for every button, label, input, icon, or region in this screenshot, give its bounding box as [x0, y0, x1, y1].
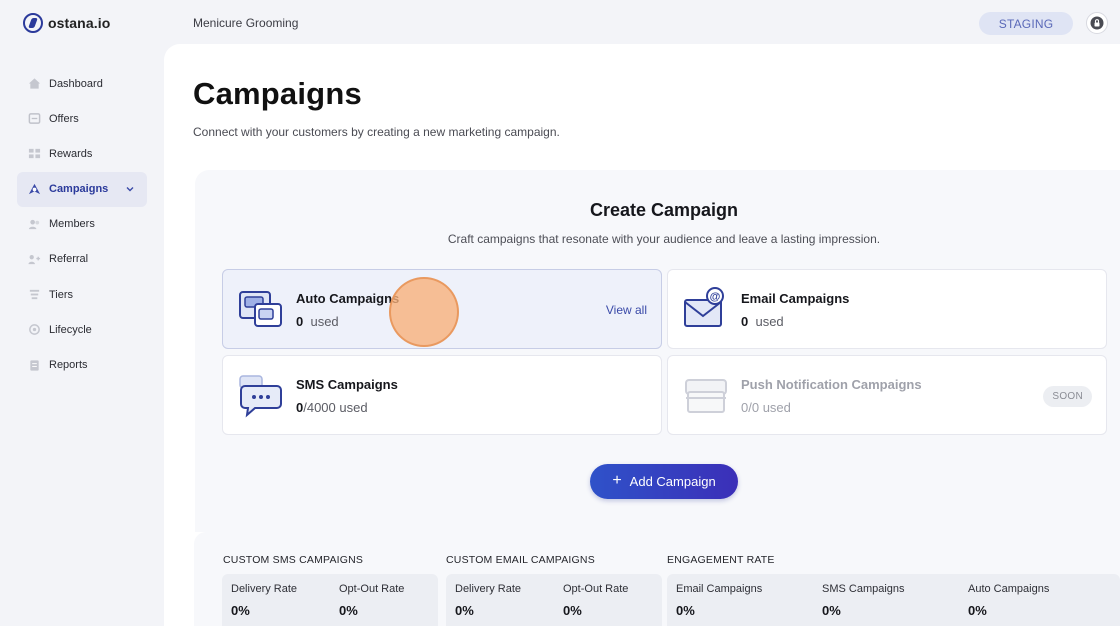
view-all-link[interactable]: View all	[606, 303, 647, 317]
email-stats-box: Delivery Rate 0% Opt-Out Rate 0%	[446, 574, 662, 626]
workspace-name[interactable]: Menicure Grooming	[193, 16, 298, 30]
email-campaigns-card[interactable]: @ Email Campaigns 0 used	[667, 269, 1107, 349]
campaign-stats: CUSTOM SMS CAMPAIGNS Delivery Rate 0% Op…	[194, 532, 1120, 626]
sidebar-item-campaigns[interactable]: Campaigns	[17, 171, 147, 207]
engagement-stats-box: Email Campaigns 0% SMS Campaigns 0% Auto…	[667, 574, 1120, 626]
coming-soon-badge: SOON	[1043, 386, 1092, 407]
stat-cell: Opt-Out Rate 0%	[339, 583, 405, 618]
reports-icon	[28, 359, 41, 372]
stat-cell: SMS Campaigns 0%	[822, 583, 905, 618]
sidebar-item-label: Lifecycle	[49, 323, 92, 336]
sidebar-item-dashboard[interactable]: Dashboard	[17, 66, 147, 101]
stat-heading-sms: CUSTOM SMS CAMPAIGNS	[223, 554, 364, 566]
offer-icon	[28, 112, 41, 125]
sidebar-item-rewards[interactable]: Rewards	[17, 136, 147, 171]
avatar[interactable]	[1086, 12, 1108, 34]
home-icon	[28, 77, 41, 90]
user-lock-icon	[1090, 16, 1104, 30]
auto-campaigns-card[interactable]: Auto Campaigns 0 used View all	[222, 269, 662, 349]
campaign-name: Auto Campaigns	[296, 291, 400, 306]
sidebar-item-label: Referral	[49, 253, 89, 266]
stat-cell: Opt-Out Rate 0%	[563, 583, 629, 618]
members-icon	[28, 218, 41, 231]
svg-text:@: @	[710, 291, 721, 303]
stat-cell: Auto Campaigns 0%	[968, 583, 1050, 618]
sms-campaigns-card[interactable]: SMS Campaigns 0/4000 used	[222, 355, 662, 435]
sidebar-item-label: Campaigns	[49, 183, 109, 196]
campaigns-icon	[28, 183, 41, 196]
sidebar-item-label: Dashboard	[49, 77, 103, 90]
email-icon: @	[684, 287, 724, 327]
campaign-name: Push Notification Campaigns	[741, 377, 922, 392]
add-campaign-button[interactable]: + Add Campaign	[590, 464, 738, 499]
sidebar-item-label: Reports	[49, 359, 88, 371]
stat-cell: Delivery Rate 0%	[455, 583, 522, 618]
push-notification-campaigns-card: Push Notification Campaigns 0/0 used SOO…	[667, 355, 1107, 435]
sidebar: ostana.io Dashboard Offers Rewards Campa…	[0, 0, 164, 626]
create-campaign-subtitle: Craft campaigns that resonate with your …	[447, 232, 881, 246]
sidebar-item-members[interactable]: Members	[17, 207, 147, 242]
sidebar-nav: Dashboard Offers Rewards Campaigns Membe…	[17, 66, 147, 383]
brand-name: ostana.io	[48, 15, 111, 31]
logo-icon	[23, 13, 43, 33]
push-notification-icon	[685, 379, 727, 413]
stat-heading-engagement: ENGAGEMENT RATE	[667, 554, 775, 566]
referral-icon	[28, 253, 41, 266]
page-title: Campaigns	[193, 76, 362, 111]
sidebar-item-reports[interactable]: Reports	[17, 348, 147, 383]
sms-chat-icon	[239, 375, 282, 418]
campaign-usage: 0 used	[741, 314, 784, 329]
lifecycle-icon	[28, 323, 41, 336]
campaign-usage: 0/0 used	[741, 400, 791, 415]
page-subtitle: Connect with your customers by creating …	[193, 125, 560, 139]
sidebar-item-label: Rewards	[49, 147, 93, 160]
sidebar-item-label: Members	[49, 218, 95, 231]
stat-heading-email: CUSTOM EMAIL CAMPAIGNS	[446, 554, 595, 566]
chevron-down-icon[interactable]	[125, 184, 135, 194]
sidebar-item-offers[interactable]: Offers	[17, 101, 147, 136]
create-campaign-title: Create Campaign	[589, 200, 739, 220]
plus-icon: +	[612, 472, 622, 489]
sms-stats-box: Delivery Rate 0% Opt-Out Rate 0%	[222, 574, 438, 626]
stat-cell: Delivery Rate 0%	[231, 583, 298, 618]
campaign-usage: 0/4000 used	[296, 400, 368, 415]
campaign-usage: 0 used	[296, 314, 339, 329]
sidebar-item-tiers[interactable]: Tiers	[17, 277, 147, 312]
sidebar-item-label: Offers	[49, 112, 79, 125]
campaign-name: SMS Campaigns	[296, 377, 398, 392]
campaign-name: Email Campaigns	[741, 291, 850, 306]
tiers-icon	[28, 288, 41, 301]
stat-cell: Email Campaigns 0%	[676, 583, 763, 618]
sidebar-item-lifecycle[interactable]: Lifecycle	[17, 312, 147, 347]
environment-badge[interactable]: STAGING	[979, 12, 1073, 35]
sidebar-item-referral[interactable]: Referral	[17, 242, 147, 277]
rewards-icon	[28, 147, 41, 160]
top-header: Menicure Grooming STAGING	[164, 0, 1120, 46]
auto-campaign-icon	[239, 291, 282, 327]
brand-logo[interactable]: ostana.io	[23, 13, 110, 33]
add-campaign-label: Add Campaign	[629, 474, 716, 489]
sidebar-item-label: Tiers	[49, 288, 74, 301]
